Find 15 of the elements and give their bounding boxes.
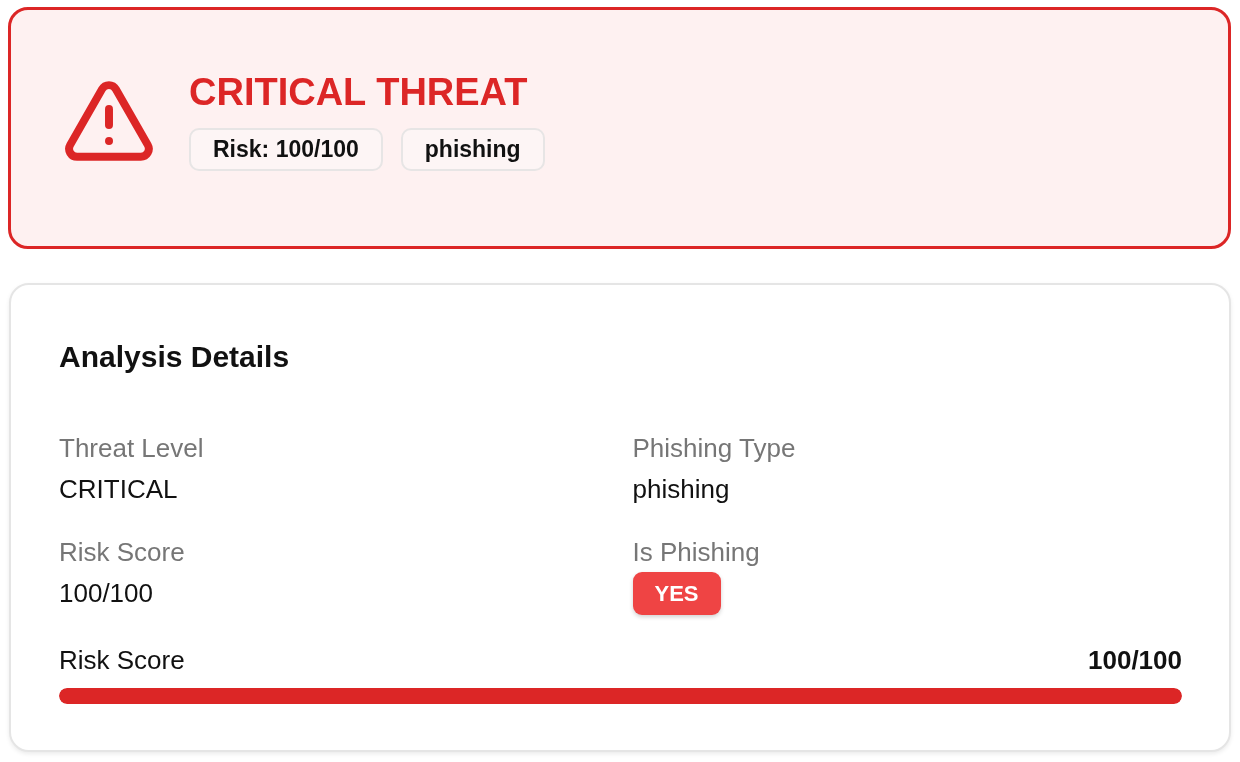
- field-label: Phishing Type: [632, 432, 796, 464]
- alert-tag: Risk: 100/100: [189, 128, 383, 171]
- field-value: phishing: [632, 473, 730, 505]
- meter-label: Risk Score: [59, 644, 185, 676]
- field-value: CRITICAL: [59, 473, 178, 505]
- field-label: Risk Score: [59, 536, 185, 568]
- section-heading: Analysis Details: [59, 340, 290, 374]
- warning-triangle-icon: [64, 80, 154, 162]
- field-label: Is Phishing: [632, 536, 760, 568]
- meter-reading: 100/100: [1088, 644, 1182, 676]
- alert-tag: phishing: [400, 128, 545, 171]
- status-tag: YES: [632, 572, 721, 615]
- field-value: 100/100: [59, 577, 153, 609]
- field-label: Threat Level: [59, 432, 204, 464]
- alert-title: CRITICAL THREAT: [189, 72, 529, 112]
